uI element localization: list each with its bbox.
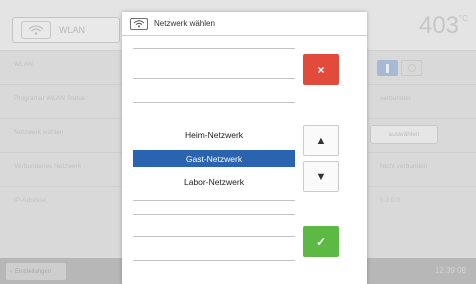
list-divider bbox=[133, 214, 295, 215]
close-icon: × bbox=[317, 62, 325, 77]
confirm-button[interactable]: ✓ bbox=[303, 226, 339, 257]
back-button-label: Einstellungen bbox=[15, 268, 52, 275]
chevron-left-icon: ‹ bbox=[10, 268, 12, 275]
dialog-header: Netzwerk wählen bbox=[122, 12, 367, 36]
check-icon: ✓ bbox=[315, 234, 327, 249]
wlan-tab[interactable]: WLAN bbox=[12, 17, 120, 43]
list-divider bbox=[133, 200, 295, 201]
select-network-dialog: Netzwerk wählen Heim-Netzwerk Gast-Netzw… bbox=[122, 12, 367, 284]
row-label: Programat WLAN Status bbox=[14, 95, 86, 102]
row-label: WLAN bbox=[14, 61, 33, 68]
arrow-down-icon: ▼ bbox=[315, 170, 327, 183]
row-value: verbunden bbox=[380, 95, 411, 102]
wifi-icon bbox=[130, 17, 148, 30]
back-button[interactable]: ‹ Einstellungen bbox=[6, 263, 66, 280]
row-label: IP-Adresse bbox=[14, 197, 47, 204]
arrow-up-icon: ▲ bbox=[315, 134, 327, 147]
network-item[interactable]: Heim-Netzwerk bbox=[133, 126, 295, 143]
temperature-display: 403°C bbox=[419, 12, 468, 40]
dialog-title: Netzwerk wählen bbox=[154, 19, 215, 28]
scroll-up-button[interactable]: ▲ bbox=[303, 125, 339, 156]
cancel-button[interactable]: × bbox=[303, 54, 339, 85]
clock: 12:39:09 bbox=[434, 266, 466, 275]
network-item-selected[interactable]: Gast-Netzwerk bbox=[133, 150, 295, 167]
list-divider bbox=[133, 236, 295, 237]
row-value: Nicht verbunden bbox=[380, 163, 428, 170]
list-divider bbox=[133, 260, 295, 261]
select-network-button[interactable]: auswählen bbox=[370, 125, 438, 144]
temperature-value: 403 bbox=[418, 12, 460, 39]
toggle-on[interactable] bbox=[377, 60, 398, 76]
row-value: 0.0.0.0 bbox=[380, 197, 400, 204]
list-divider bbox=[133, 78, 295, 79]
scroll-down-button[interactable]: ▼ bbox=[303, 161, 339, 192]
row-label: Netzwerk wählen bbox=[14, 129, 64, 136]
temperature-unit: °C bbox=[459, 14, 468, 23]
wifi-icon bbox=[21, 21, 51, 39]
wlan-tab-label: WLAN bbox=[59, 25, 86, 35]
row-label: Verbundenes Netzwerk bbox=[14, 163, 82, 170]
toggle-off[interactable] bbox=[401, 60, 422, 76]
wlan-toggle[interactable] bbox=[377, 60, 422, 76]
network-item[interactable]: Labor-Netzwerk bbox=[133, 173, 295, 190]
list-divider bbox=[133, 48, 295, 49]
list-divider bbox=[133, 102, 295, 103]
